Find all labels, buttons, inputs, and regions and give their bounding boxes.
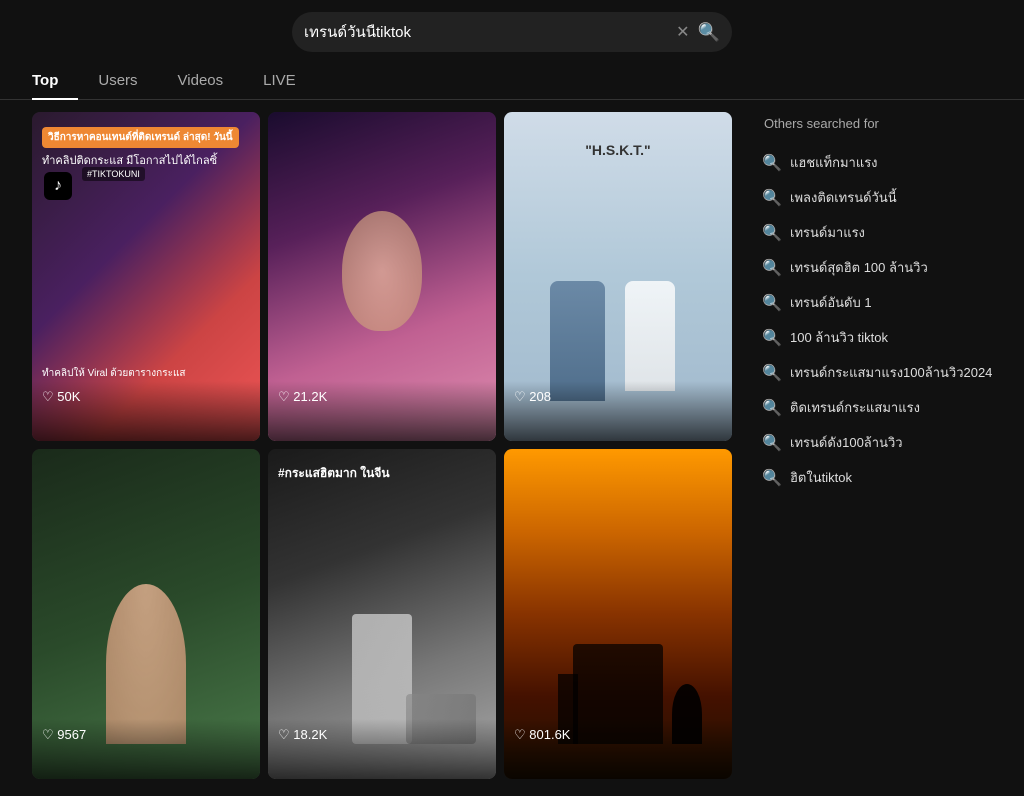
video-likes: ♡ 21.2K xyxy=(278,389,327,405)
sidebar-search-item[interactable]: 🔍 ฮิตในtiktok xyxy=(764,460,1004,495)
sidebar-item-text: เทรนด์มาแรง xyxy=(790,222,865,243)
username-badge: #TIKTOKUNI xyxy=(82,167,145,181)
search-clear-button[interactable]: ✕ xyxy=(676,22,689,42)
search-icon: 🔍 xyxy=(764,155,780,171)
video-grid-area: วิธีการหาคอนเทนต์ที่ติดเทรนด์ ล่าสุด! วั… xyxy=(0,100,744,796)
card-overlay-text: #กระแสฮิตมาก ในจีน xyxy=(278,464,390,483)
sidebar-search-item[interactable]: 🔍 เทรนด์มาแรง xyxy=(764,215,1004,250)
search-icon: 🔍 xyxy=(764,470,780,486)
search-icon: 🔍 xyxy=(764,330,780,346)
tab-users[interactable]: Users xyxy=(98,62,157,99)
video-likes: ♡ 50K xyxy=(42,389,80,405)
video-likes: ♡ 9567 xyxy=(42,727,86,743)
search-icon: 🔍 xyxy=(764,400,780,416)
sidebar-search-item[interactable]: 🔍 เทรนด์กระแสมาแรง100ล้านวิว2024 xyxy=(764,355,1004,390)
search-icon: 🔍 xyxy=(764,260,780,276)
main-layout: วิธีการหาคอนเทนต์ที่ติดเทรนด์ ล่าสุด! วั… xyxy=(0,100,1024,796)
sidebar-search-item[interactable]: 🔍 เพลงติดเทรนด์วันนี้ xyxy=(764,180,1004,215)
tab-live[interactable]: LIVE xyxy=(263,62,316,99)
sidebar-item-text: เทรนด์ดัง100ล้านวิว xyxy=(790,432,903,453)
search-icon: 🔍 xyxy=(764,435,780,451)
sidebar-item-text: ติดเทรนด์กระแสมาแรง xyxy=(790,397,920,418)
sidebar-item-text: แฮชแท็กมาแรง xyxy=(790,152,878,173)
sidebar-search-item[interactable]: 🔍 แฮชแท็กมาแรง xyxy=(764,145,1004,180)
sidebar-item-text: เทรนด์สุดฮิต 100 ล้านวิว xyxy=(790,257,928,278)
video-card[interactable]: ♡ 801.6K 🌿 baanraiiarun xyxy=(504,449,732,778)
sidebar-search-item[interactable]: 🔍 100 ล้านวิว tiktok xyxy=(764,320,1004,355)
video-card[interactable]: "H.S.K.T." ♡ 208 ♡ matchbox.o... xyxy=(504,112,732,441)
sidebar-item-text: เทรนด์อันดับ 1 xyxy=(790,292,872,313)
sidebar-search-item[interactable]: 🔍 เทรนด์สุดฮิต 100 ล้านวิว xyxy=(764,250,1004,285)
card-overlay-text: "H.S.K.T." xyxy=(585,142,650,158)
search-icon: 🔍 xyxy=(764,295,780,311)
search-submit-button[interactable]: 🔍 xyxy=(698,22,720,43)
card-overlay: วิธีการหาคอนเทนต์ที่ติดเทรนด์ ล่าสุด! วั… xyxy=(42,127,250,168)
sidebar-search-item[interactable]: 🔍 ติดเทรนด์กระแสมาแรง xyxy=(764,390,1004,425)
search-icon: 🔍 xyxy=(764,190,780,206)
sidebar-search-item[interactable]: 🔍 เทรนด์อันดับ 1 xyxy=(764,285,1004,320)
video-card[interactable]: ♡ 9567 👤 aujjima_meen xyxy=(32,449,260,778)
sidebar-title: Others searched for xyxy=(764,116,1004,131)
video-card[interactable]: วิธีการหาคอนเทนต์ที่ติดเทรนด์ ล่าสุด! วั… xyxy=(32,112,260,441)
search-icon: 🔍 xyxy=(764,225,780,241)
tab-videos[interactable]: Videos xyxy=(178,62,244,99)
sidebar-item-text: ฮิตในtiktok xyxy=(790,467,852,488)
sidebar-search-item[interactable]: 🔍 เทรนด์ดัง100ล้านวิว xyxy=(764,425,1004,460)
tab-top[interactable]: Top xyxy=(32,62,78,99)
video-likes: ♡ 801.6K xyxy=(514,727,570,743)
tabs-bar: Top Users Videos LIVE xyxy=(0,62,1024,100)
sidebar: Others searched for 🔍 แฮชแท็กมาแรง 🔍 เพล… xyxy=(744,100,1024,796)
sidebar-item-text: 100 ล้านวิว tiktok xyxy=(790,327,888,348)
sidebar-item-text: เทรนด์กระแสมาแรง100ล้านวิว2024 xyxy=(790,362,992,383)
video-card[interactable]: ♡ 21.2K 👤 jittranut_arrin xyxy=(268,112,496,441)
card-badge: วิธีการหาคอนเทนต์ที่ติดเทรนด์ ล่าสุด! วั… xyxy=(42,127,239,148)
video-card[interactable]: #กระแสฮิตมาก ในจีน ♡ 18.2K 👤 jp_gift xyxy=(268,449,496,778)
video-grid: วิธีการหาคอนเทนต์ที่ติดเทรนด์ ล่าสุด! วั… xyxy=(32,112,732,779)
card-sub-text: ทำคลิปติดกระแส มีโอกาสไปได้ไกลซิ้ xyxy=(42,154,250,168)
tiktok-logo: ♪ xyxy=(44,172,72,200)
sidebar-item-text: เพลงติดเทรนด์วันนี้ xyxy=(790,187,897,208)
card-bottom-text: ทำคลิปให้ Viral ด้วยตารางกระแส xyxy=(42,366,186,381)
video-likes: ♡ 208 xyxy=(514,389,551,405)
search-bar-container: ✕ 🔍 xyxy=(0,0,1024,62)
search-input[interactable] xyxy=(304,24,676,41)
video-likes: ♡ 18.2K xyxy=(278,727,327,743)
search-bar: ✕ 🔍 xyxy=(292,12,732,52)
search-icon: 🔍 xyxy=(764,365,780,381)
